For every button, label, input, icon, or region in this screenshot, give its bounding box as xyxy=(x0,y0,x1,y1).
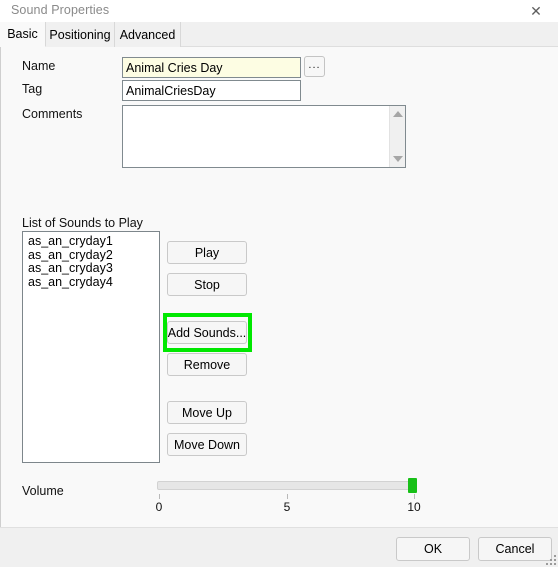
move-up-button[interactable]: Move Up xyxy=(167,401,247,424)
list-item[interactable]: as_an_cryday1 xyxy=(23,234,159,249)
list-item[interactable]: as_an_cryday4 xyxy=(23,275,159,290)
stop-button[interactable]: Stop xyxy=(167,273,247,296)
browse-button[interactable]: ... xyxy=(304,56,325,77)
volume-slider-thumb[interactable] xyxy=(408,478,417,493)
tab-basic[interactable]: Basic xyxy=(0,22,46,47)
tab-advanced[interactable]: Advanced xyxy=(115,22,181,47)
sounds-list-caption: List of Sounds to Play xyxy=(22,216,143,230)
tab-panel-basic: Name ... Tag Comments List of Sounds to … xyxy=(0,47,558,527)
tag-input[interactable] xyxy=(122,80,301,101)
play-button[interactable]: Play xyxy=(167,241,247,264)
move-down-button[interactable]: Move Down xyxy=(167,433,247,456)
name-input[interactable] xyxy=(122,57,301,78)
sound-properties-dialog: Sound Properties ✕ Basic Positioning Adv… xyxy=(0,0,558,567)
remove-button[interactable]: Remove xyxy=(167,353,247,376)
tick-label-mid: 5 xyxy=(283,500,291,514)
close-icon[interactable]: ✕ xyxy=(514,0,558,22)
tab-strip: Basic Positioning Advanced xyxy=(0,22,558,47)
tick-label-min: 0 xyxy=(155,500,163,514)
name-label: Name xyxy=(22,59,56,73)
comments-input[interactable] xyxy=(122,105,406,168)
list-item[interactable]: as_an_cryday2 xyxy=(23,248,159,263)
volume-slider[interactable]: 0 5 10 xyxy=(155,478,421,518)
volume-slider-track[interactable] xyxy=(157,481,417,490)
add-sounds-button[interactable]: Add Sounds... xyxy=(167,321,247,344)
resize-grip-icon[interactable] xyxy=(543,552,556,565)
scroll-up-icon[interactable] xyxy=(392,111,403,117)
dialog-footer: OK Cancel xyxy=(0,527,558,567)
sounds-listbox[interactable]: as_an_cryday1 as_an_cryday2 as_an_cryday… xyxy=(22,231,160,463)
window-title: Sound Properties xyxy=(11,3,110,17)
scroll-down-icon[interactable] xyxy=(392,156,403,162)
list-item[interactable]: as_an_cryday3 xyxy=(23,261,159,276)
cancel-button[interactable]: Cancel xyxy=(478,537,552,561)
tick-label-max: 10 xyxy=(407,500,421,514)
ok-button[interactable]: OK xyxy=(396,537,470,561)
tag-label: Tag xyxy=(22,82,43,96)
volume-label: Volume xyxy=(22,484,64,498)
title-bar: Sound Properties ✕ xyxy=(0,0,558,22)
tab-positioning[interactable]: Positioning xyxy=(46,22,115,47)
comments-scrollbar[interactable] xyxy=(389,106,405,167)
comments-label: Comments xyxy=(22,107,83,121)
